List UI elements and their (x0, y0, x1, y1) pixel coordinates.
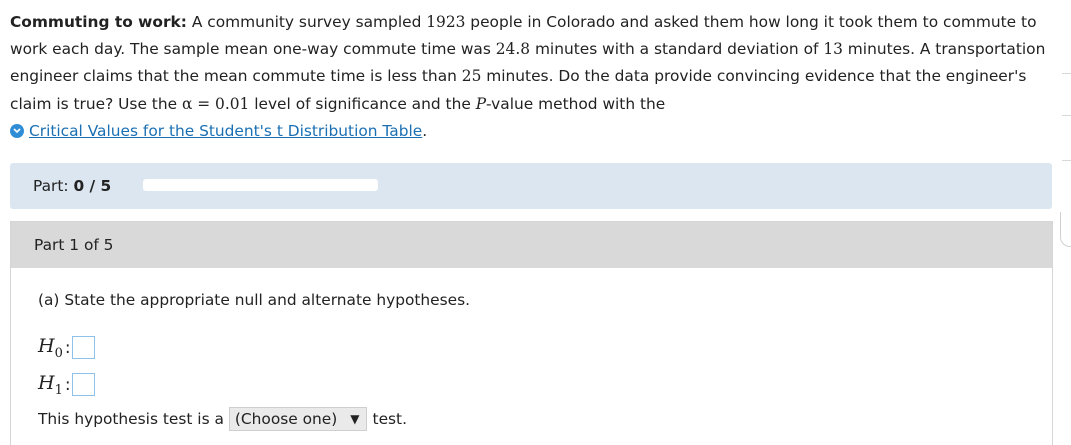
problem-lead: Commuting to work: (10, 13, 187, 31)
test-type-select-value: (Choose one) (234, 410, 338, 428)
standard-deviation: 13 (823, 40, 843, 59)
null-hypothesis-input[interactable] (71, 336, 95, 360)
test-type-row: This hypothesis test is a (Choose one) ▼… (38, 407, 407, 431)
p-variable: P (475, 94, 487, 113)
expand-chevron-icon[interactable] (10, 124, 24, 139)
alpha-expression: α = 0.01 (181, 94, 250, 113)
critical-values-link-row: Critical Values for the Student's t Dist… (10, 118, 1055, 145)
progress-track (143, 179, 378, 191)
right-edge-tick (1062, 73, 1071, 74)
alternate-hypothesis-input[interactable] (71, 373, 95, 397)
test-type-select[interactable]: (Choose one) ▼ (228, 407, 367, 431)
problem-text-6: level of significance and the (249, 94, 476, 113)
right-edge-tick (1062, 115, 1071, 116)
problem-text-1: A community survey sampled (186, 13, 427, 31)
right-edge-scroll-decoration (1060, 212, 1071, 247)
problem-text-7: -value method with the (486, 94, 666, 113)
part-counter-value: 0 / 5 (73, 177, 112, 195)
link-period: . (422, 121, 428, 140)
caret-down-icon: ▼ (350, 412, 360, 426)
test-type-prefix: This hypothesis test is a (38, 410, 224, 428)
null-hypothesis-row: H0 : (38, 335, 95, 361)
null-hypothesis-label: H0 (38, 335, 63, 361)
alternate-hypothesis-colon: : (64, 374, 71, 395)
sample-mean: 24.8 (495, 40, 531, 59)
right-edge-tick (1062, 160, 1071, 161)
alternate-hypothesis-row: H1 : (38, 372, 95, 398)
question-text: (a) State the appropriate null and alter… (38, 291, 471, 309)
part-header: Part 1 of 5 (11, 222, 1052, 268)
critical-values-link[interactable]: Critical Values for the Student's t Dist… (29, 122, 422, 140)
part-panel: Part 1 of 5 (a) State the appropriate nu… (10, 221, 1053, 445)
null-hypothesis-colon: : (64, 337, 71, 358)
claim-value: 25 (461, 67, 482, 86)
part-counter: Part: 0 / 5 (33, 177, 111, 195)
sample-size: 1923 (426, 13, 466, 31)
test-type-suffix: test. (372, 410, 407, 428)
part-counter-label: Part: (33, 177, 69, 195)
problem-text-3: minutes with a standard deviation of (530, 40, 824, 59)
part-progress-bar: Part: 0 / 5 (10, 163, 1052, 209)
problem-statement: Commuting to work: A community survey sa… (10, 9, 1055, 145)
alternate-hypothesis-label: H1 (38, 372, 63, 398)
